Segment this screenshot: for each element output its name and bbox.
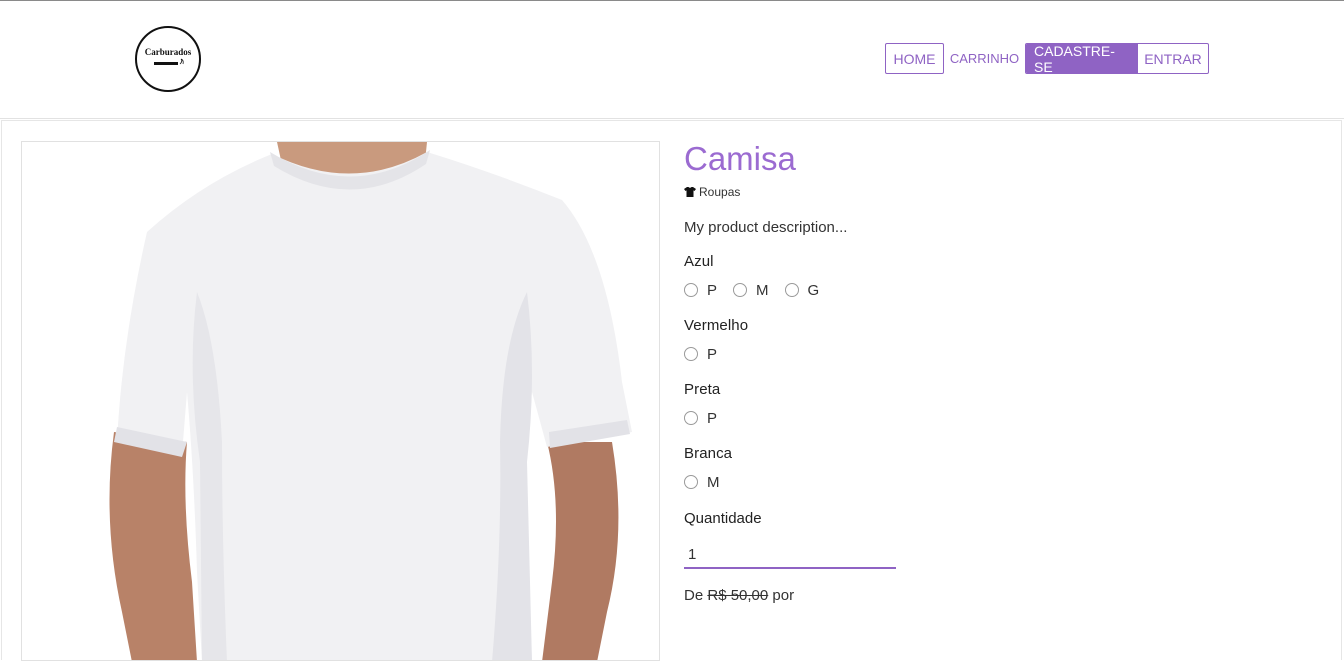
nav-cart-link[interactable]: CARRINHO (944, 43, 1025, 74)
product-category[interactable]: Roupas (684, 185, 1284, 199)
variant-name: Azul (684, 253, 714, 270)
nav-home-button[interactable]: HOME (885, 43, 944, 74)
radio-button[interactable] (733, 283, 748, 297)
price-old: R$ 50,00 (707, 587, 769, 604)
nav-login-button[interactable]: ENTRAR (1138, 44, 1208, 73)
size-options: P (684, 344, 1284, 364)
radio-button[interactable] (784, 283, 799, 297)
variant-group: Azul P M G (684, 253, 1284, 300)
variant-name: Preta (684, 381, 721, 398)
variant-group: Branca M (684, 445, 1284, 492)
size-label: P (707, 409, 718, 427)
size-label: M (756, 281, 769, 299)
size-option[interactable]: M (733, 282, 769, 299)
cigar-icon (154, 58, 184, 65)
brand-logo[interactable]: Carburados (135, 26, 201, 92)
size-option[interactable]: P (684, 282, 717, 299)
size-option[interactable]: P (684, 410, 717, 427)
size-option[interactable]: M (684, 474, 720, 491)
category-label: Roupas (699, 185, 741, 199)
nav-signup-button[interactable]: CADASTRE-SE (1026, 44, 1138, 73)
product-title: Camisa (684, 140, 796, 177)
radio-button[interactable] (684, 283, 698, 297)
size-label: P (707, 281, 718, 299)
radio-button[interactable] (684, 411, 698, 425)
size-label: M (707, 473, 720, 491)
size-label: P (707, 345, 718, 363)
radio-button[interactable] (684, 475, 698, 489)
product-description: My product description... (684, 219, 848, 236)
product-image (21, 141, 660, 661)
navbar: Carburados HOME CARRINHO CADASTRE-SE ENT… (0, 1, 1344, 119)
tshirt-photo (109, 142, 632, 660)
radio-button[interactable] (684, 347, 698, 361)
size-label: G (807, 281, 820, 299)
variant-group: Vermelho P (684, 317, 1284, 364)
top-nav: HOME CARRINHO CADASTRE-SE ENTRAR (885, 43, 1209, 74)
size-option[interactable]: G (784, 281, 820, 299)
product-details: Camisa Roupas My product description... … (684, 138, 1284, 604)
size-option[interactable]: P (684, 346, 717, 363)
quantity-label: Quantidade (684, 510, 762, 527)
auth-button-group: CADASTRE-SE ENTRAR (1025, 43, 1209, 74)
shirt-icon (684, 187, 696, 197)
price-line: De R$ 50,00 por (684, 587, 1284, 604)
price-suffix: por (772, 587, 795, 604)
quantity-input[interactable] (684, 541, 896, 569)
variant-list: Azul P M G Vermelho P Preta P Branca M (684, 253, 1284, 492)
size-options: PMG (684, 280, 1284, 300)
size-options: P (684, 408, 1284, 428)
variant-name: Branca (684, 445, 733, 462)
price-prefix: De (684, 587, 704, 604)
variant-name: Vermelho (684, 317, 749, 334)
variant-group: Preta P (684, 381, 1284, 428)
logo-text: Carburados (144, 46, 192, 57)
size-options: M (684, 472, 1284, 492)
